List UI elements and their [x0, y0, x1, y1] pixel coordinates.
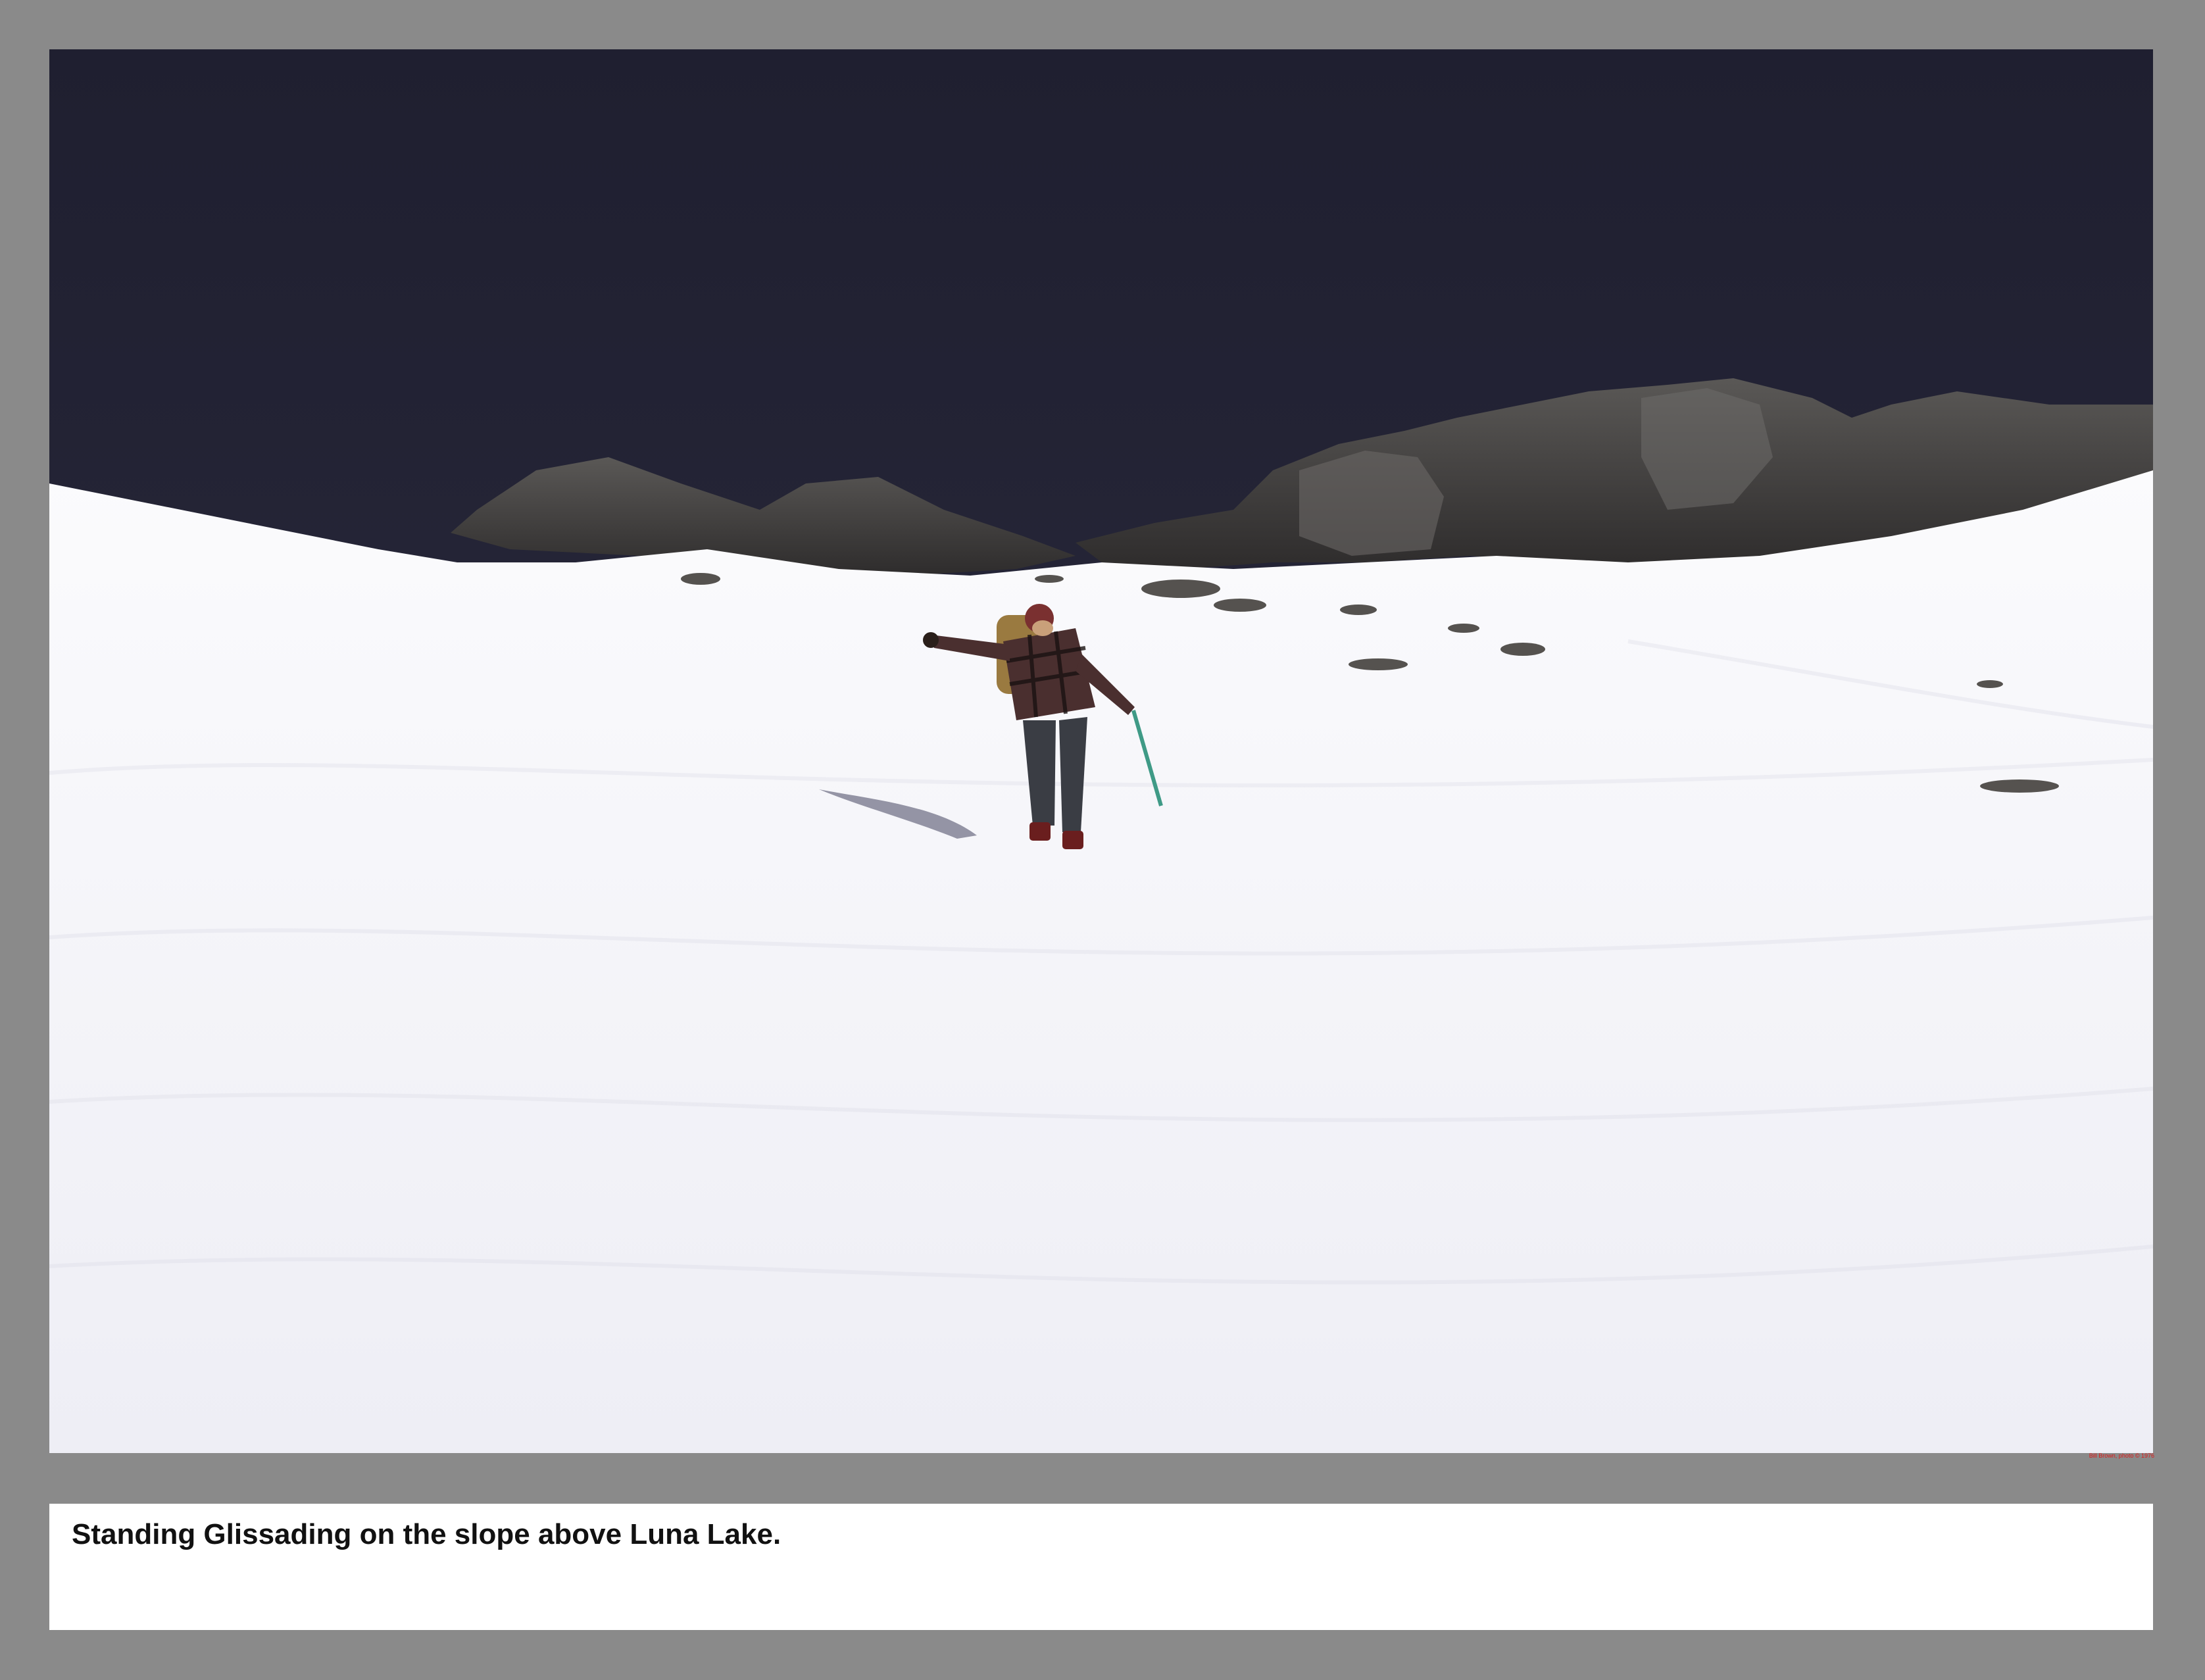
photo-credit: Bill Brown, photo © 1976 [2089, 1452, 2154, 1459]
page: Bill Brown, photo © 1976 Standing Glissa… [0, 0, 2205, 1680]
photo [49, 49, 2153, 1453]
rock-ridge-highlight [1299, 451, 1444, 556]
caption-box: Standing Glissading on the slope above L… [49, 1504, 2153, 1630]
caption-text: Standing Glissading on the slope above L… [72, 1518, 781, 1550]
photo-illustration [49, 49, 2153, 1453]
snow-slope [49, 470, 2153, 1453]
